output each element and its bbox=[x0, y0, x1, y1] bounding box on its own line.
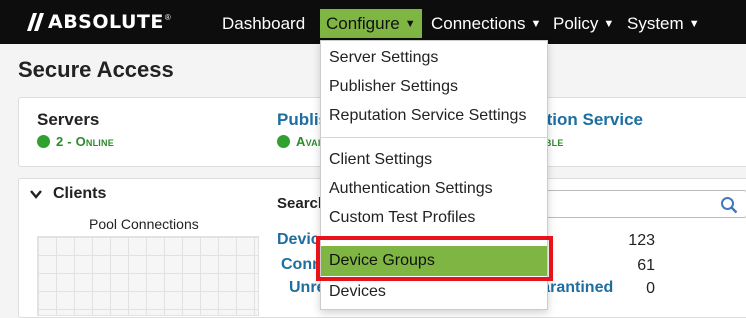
logo-mark-icon bbox=[27, 13, 44, 31]
menu-item-publisher-settings[interactable]: Publisher Settings bbox=[321, 72, 547, 101]
nav-system[interactable]: System ▼ bbox=[621, 9, 706, 38]
nav-dashboard[interactable]: Dashboard bbox=[216, 9, 311, 38]
quarantined-value: 0 bbox=[646, 280, 655, 297]
clients-toggle[interactable]: Clients bbox=[29, 185, 106, 203]
nav-policy-label: Policy bbox=[553, 14, 599, 33]
menu-item-reputation-service-settings[interactable]: Reputation Service Settings bbox=[321, 101, 547, 130]
caret-down-icon: ▼ bbox=[530, 18, 542, 30]
clients-title: Clients bbox=[53, 185, 107, 202]
absolute-logo[interactable]: ABSOLUTE ® bbox=[25, 11, 171, 33]
connected-value: 61 bbox=[637, 257, 655, 274]
nav-dashboard-label: Dashboard bbox=[222, 14, 306, 33]
online-dot-icon bbox=[37, 135, 50, 148]
nav-connections-label: Connections bbox=[431, 14, 526, 33]
servers-state: 2 - Online bbox=[56, 134, 114, 149]
menu-item-authentication-settings[interactable]: Authentication Settings bbox=[321, 174, 547, 203]
page-title: Secure Access bbox=[18, 57, 174, 82]
nav-policy[interactable]: Policy ▼ bbox=[547, 9, 620, 38]
search-input[interactable] bbox=[529, 190, 746, 218]
caret-down-icon: ▼ bbox=[404, 18, 416, 30]
configure-dropdown-menu: Server Settings Publisher Settings Reput… bbox=[320, 40, 548, 310]
top-nav-bar: ABSOLUTE ® Dashboard Configure ▼ Connecti… bbox=[0, 0, 746, 44]
menu-item-custom-test-profiles[interactable]: Custom Test Profiles bbox=[321, 203, 547, 232]
servers-title: Servers bbox=[37, 110, 100, 129]
menu-item-client-settings[interactable]: Client Settings bbox=[321, 145, 547, 174]
chevron-down-icon bbox=[30, 190, 42, 199]
online-dot-icon bbox=[277, 135, 290, 148]
servers-status: Servers 2 - Online bbox=[37, 110, 114, 149]
logo-text: ABSOLUTE bbox=[48, 11, 164, 33]
nav-connections[interactable]: Connections ▼ bbox=[425, 9, 547, 38]
pool-connections-grid bbox=[37, 236, 259, 316]
logo-trademark: ® bbox=[164, 13, 171, 22]
menu-item-device-groups[interactable]: Device Groups bbox=[321, 246, 547, 276]
nav-system-label: System bbox=[627, 14, 684, 33]
nav-configure-label: Configure bbox=[326, 14, 400, 33]
search-icon[interactable] bbox=[720, 196, 738, 214]
nav-configure[interactable]: Configure ▼ bbox=[320, 9, 422, 38]
menu-divider bbox=[321, 239, 547, 240]
menu-divider bbox=[321, 137, 547, 138]
caret-down-icon: ▼ bbox=[688, 18, 700, 30]
menu-item-server-settings[interactable]: Server Settings bbox=[321, 43, 547, 72]
devices-total-value: 123 bbox=[628, 232, 655, 249]
pool-connections-label: Pool Connections bbox=[89, 216, 199, 232]
caret-down-icon: ▼ bbox=[603, 18, 615, 30]
menu-item-devices[interactable]: Devices bbox=[321, 277, 547, 306]
